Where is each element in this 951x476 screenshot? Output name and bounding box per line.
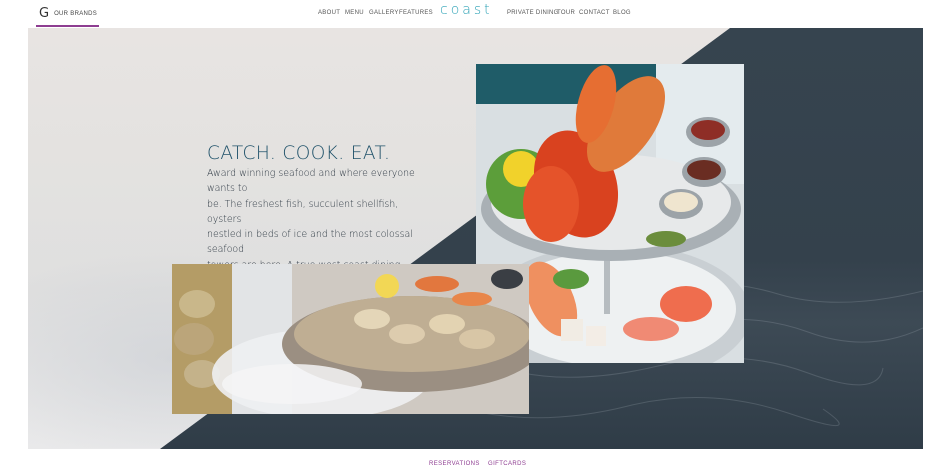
brands-logo-icon: G: [39, 6, 50, 21]
giftcards-link[interactable]: GIFTCARDS: [488, 461, 526, 467]
nav-link-contact[interactable]: CONTACT: [579, 10, 610, 16]
nav-link-blog[interactable]: BLOG: [613, 10, 631, 16]
seafood-platter-photo: [172, 264, 529, 414]
nav-link-gallery[interactable]: GALLERY: [369, 10, 399, 16]
reservations-link[interactable]: RESERVATIONS: [429, 461, 480, 467]
coast-logo[interactable]: coast: [440, 2, 493, 18]
nav-link-features[interactable]: FEATURES: [399, 10, 433, 16]
hero-description-line: nestled in beds of ice and the most colo…: [207, 229, 413, 256]
hero-description-line: be. The freshest fish, succulent shellfi…: [207, 198, 399, 225]
nav-link-menu[interactable]: MENU: [345, 10, 364, 16]
our-brands-label: OUR BRANDS: [54, 10, 98, 17]
nav-link-about[interactable]: ABOUT: [318, 10, 340, 16]
nav-link-private-dining[interactable]: PRIVATE DINING: [507, 10, 559, 16]
brands-active-indicator: [36, 25, 99, 27]
nav-link-tour[interactable]: TOUR: [557, 10, 575, 16]
hero-description-line: Award winning seafood and where everyone…: [207, 168, 415, 195]
our-brands-button[interactable]: G OUR BRANDS: [36, 0, 99, 27]
hero-headline: CATCH. COOK. EAT.: [207, 143, 391, 164]
top-navigation-bar: G OUR BRANDS ABOUT MENU GALLERY FEATURES…: [0, 0, 951, 28]
